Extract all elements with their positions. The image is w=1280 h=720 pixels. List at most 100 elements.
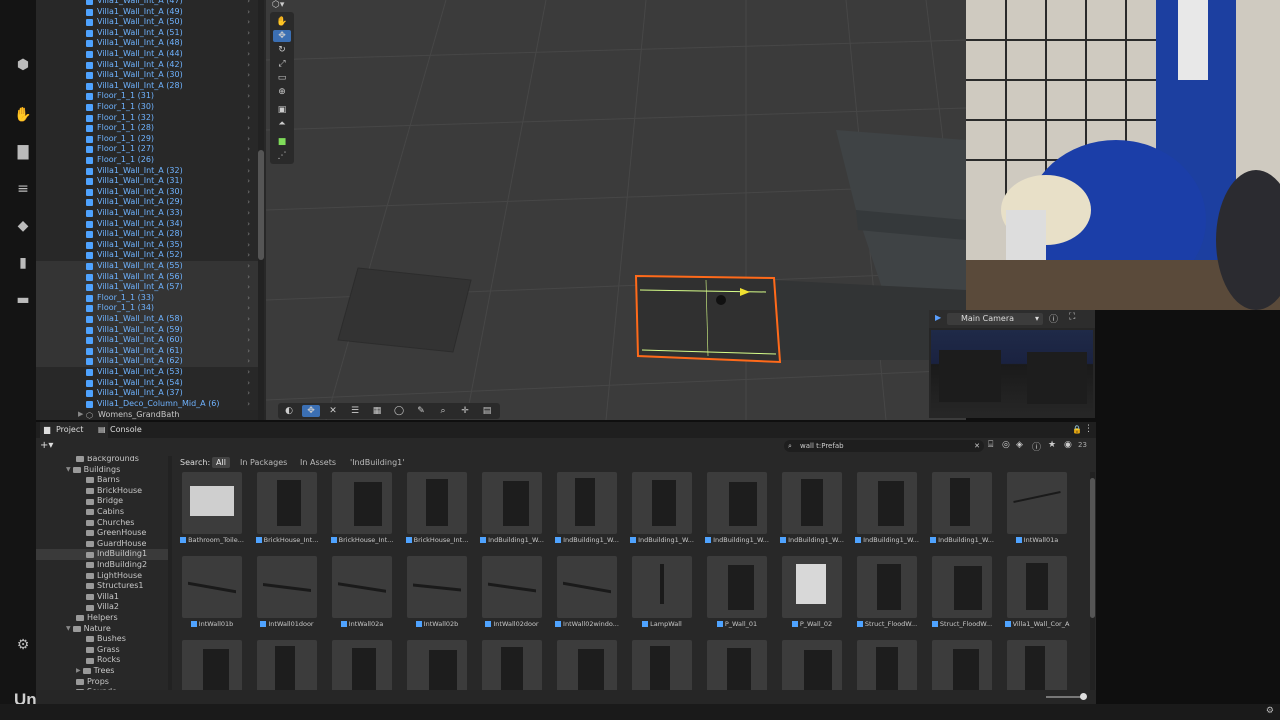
circle-icon[interactable]: ◯: [390, 405, 408, 417]
chevron-right-icon[interactable]: ›: [247, 314, 250, 325]
chevron-right-icon[interactable]: ›: [247, 208, 250, 219]
layers-icon[interactable]: ☰: [346, 405, 364, 417]
asset-tile[interactable]: IndBuilding1_W...: [476, 472, 548, 554]
pivot-tool-icon[interactable]: ⏶: [273, 118, 291, 130]
hand-tool-icon[interactable]: ✋: [273, 16, 291, 28]
transform-tool-icon[interactable]: ⊕: [273, 86, 291, 98]
view-options-icon[interactable]: ⬡▾: [272, 0, 284, 10]
hierarchy-row[interactable]: Villa1_Wall_Int_A (31) ›: [36, 176, 258, 187]
chevron-right-icon[interactable]: ›: [247, 7, 250, 18]
clear-search-icon[interactable]: ✕: [974, 440, 980, 452]
menu-kebab-icon[interactable]: ⋮: [1084, 424, 1093, 434]
asset-tile[interactable]: BrickHouse_Int...: [251, 472, 323, 554]
hierarchy-row[interactable]: Floor_1_1 (29) ›: [36, 134, 258, 145]
info-icon[interactable]: ⓘ: [1049, 312, 1058, 325]
chevron-right-icon[interactable]: ›: [247, 346, 250, 357]
chevron-right-icon[interactable]: ›: [247, 325, 250, 336]
grid-icon[interactable]: ▦: [368, 405, 386, 417]
expanded-arrow-icon[interactable]: ▼: [66, 466, 71, 473]
scene-view[interactable]: ✋ ✥ ↻ ⤢ ▭ ⊕ ▣ ⏶ ■ ⋰ ⬡▾ ◐ ✥ ✕ ☰ ▦ ◯ ✎ ⌕ ✛…: [266, 0, 966, 420]
chevron-right-icon[interactable]: ›: [247, 197, 250, 208]
filter-current-folder[interactable]: 'IndBuilding1': [346, 457, 408, 468]
hierarchy-row[interactable]: Floor_1_1 (31) ›: [36, 91, 258, 102]
hierarchy-row[interactable]: Villa1_Wall_Int_A (35) ›: [36, 240, 258, 251]
asset-tile[interactable]: IndBuilding1_W...: [926, 472, 998, 554]
hierarchy-row[interactable]: Villa1_Deco_Column_Mid_A (6) ›: [36, 399, 258, 410]
folder-item[interactable]: IndBuilding1: [36, 549, 170, 560]
label-filter-icon[interactable]: ◈: [1016, 440, 1023, 450]
hierarchy-row[interactable]: Villa1_Wall_Int_A (32) ›: [36, 166, 258, 177]
paint-icon[interactable]: ✎: [412, 405, 430, 417]
hierarchy-row[interactable]: Villa1_Wall_Int_A (60) ›: [36, 335, 258, 346]
hierarchy-row[interactable]: Floor_1_1 (33) ›: [36, 292, 258, 304]
asset-tile[interactable]: LampWall: [626, 556, 698, 638]
asset-tile[interactable]: BrickHouse_Int...: [326, 472, 398, 554]
hierarchy-row[interactable]: Villa1_Wall_Int_A (61) ›: [36, 345, 258, 357]
hierarchy-row[interactable]: Villa1_Wall_Int_A (48) ›: [36, 38, 258, 49]
scene-canvas[interactable]: [266, 0, 966, 420]
asset-tile[interactable]: P_Wall_01: [701, 556, 773, 638]
rect-tool-icon[interactable]: ▭: [273, 72, 291, 84]
chevron-right-icon[interactable]: ›: [247, 367, 250, 378]
chevron-right-icon[interactable]: ›: [247, 102, 250, 113]
installs-icon[interactable]: ≡: [14, 180, 32, 198]
hierarchy-row-root[interactable]: ▶ ⬡ Womens_GrandBath: [36, 410, 266, 420]
asset-tile[interactable]: Struct_FloodW...: [851, 556, 923, 638]
hierarchy-row[interactable]: Villa1_Wall_Int_A (54) ›: [36, 378, 258, 389]
chevron-right-icon[interactable]: ›: [247, 335, 250, 346]
collapsed-arrow-icon[interactable]: ▶: [76, 667, 81, 674]
gizmo-cube-icon[interactable]: ■: [273, 136, 291, 148]
pan-icon[interactable]: ✛: [456, 405, 474, 417]
hierarchy-row[interactable]: Villa1_Wall_Int_A (30) ›: [36, 70, 258, 81]
frame-icon[interactable]: ▤: [478, 405, 496, 417]
maximize-icon[interactable]: ⛶: [1069, 312, 1075, 322]
hierarchy-row[interactable]: Villa1_Wall_Int_A (29) ›: [36, 197, 258, 208]
hierarchy-row[interactable]: Villa1_Wall_Int_A (37) ›: [36, 388, 258, 399]
chevron-right-icon[interactable]: ›: [247, 81, 250, 92]
folder-tree[interactable]: Backgrounds ▼ Buildings Barns BrickHouse Brid…: [36, 456, 170, 704]
chevron-right-icon[interactable]: ›: [247, 91, 250, 102]
hierarchy-row[interactable]: Floor_1_1 (27) ›: [36, 144, 258, 155]
hierarchy-row[interactable]: Villa1_Wall_Int_A (53) ›: [36, 367, 258, 378]
snap-move-icon[interactable]: ✥: [302, 405, 320, 417]
custom-tool-icon[interactable]: ▣: [273, 104, 291, 116]
type-filter-icon[interactable]: ◎: [1002, 440, 1010, 450]
chevron-right-icon[interactable]: ›: [247, 272, 250, 283]
asset-tile[interactable]: IntWall02windo...: [551, 556, 623, 638]
chevron-right-icon[interactable]: ›: [247, 229, 250, 240]
chevron-right-icon[interactable]: ›: [247, 219, 250, 230]
chevron-right-icon[interactable]: ›: [247, 155, 250, 166]
asset-tile[interactable]: IndBuilding1_W...: [851, 472, 923, 554]
camera-dropdown[interactable]: Main Camera ▾: [947, 313, 1043, 325]
info-filter-icon[interactable]: ⓘ: [1032, 440, 1041, 453]
hierarchy-row[interactable]: Villa1_Wall_Int_A (47) ›: [36, 0, 258, 7]
chevron-right-icon[interactable]: ›: [247, 303, 250, 314]
project-panel[interactable]: ▆ Project ▤ Console 🔒 ⋮ +▾ ⌕ wall t:Prefab…: [36, 422, 1096, 704]
chevron-right-icon[interactable]: ›: [247, 144, 250, 155]
hierarchy-row[interactable]: Villa1_Wall_Int_A (28) ›: [36, 229, 258, 240]
hierarchy-row[interactable]: Floor_1_1 (32) ›: [36, 113, 258, 124]
chevron-right-icon[interactable]: ›: [247, 176, 250, 187]
chevron-right-icon[interactable]: ›: [247, 17, 250, 28]
chevron-right-icon[interactable]: ›: [247, 60, 250, 71]
settings-gear-icon[interactable]: ⚙: [14, 636, 32, 654]
hierarchy-row[interactable]: Villa1_Wall_Int_A (55) ›: [36, 261, 258, 272]
chevron-right-icon[interactable]: ›: [247, 49, 250, 60]
chevron-right-icon[interactable]: ›: [247, 70, 250, 81]
folder-icon[interactable]: ▇: [14, 143, 32, 161]
zoom-slider-handle[interactable]: [1080, 693, 1087, 700]
chevron-right-icon[interactable]: ›: [247, 123, 250, 134]
asset-tile[interactable]: Villa1_Wall_Cor_A: [1001, 556, 1073, 638]
tab-console[interactable]: ▤ Console: [94, 422, 162, 438]
filter-in-assets[interactable]: In Assets: [296, 457, 340, 468]
chevron-right-icon[interactable]: ›: [247, 38, 250, 49]
search-scope-icon[interactable]: ⌸: [988, 440, 993, 450]
favorite-star-icon[interactable]: ★: [1048, 440, 1056, 450]
asset-tile[interactable]: IndBuilding1_W...: [626, 472, 698, 554]
asset-tile[interactable]: Struct_FloodW...: [926, 556, 998, 638]
hierarchy-row[interactable]: Floor_1_1 (34) ›: [36, 303, 258, 314]
chevron-right-icon[interactable]: ›: [247, 134, 250, 145]
expanded-arrow-icon[interactable]: ▼: [66, 625, 71, 632]
chevron-right-icon[interactable]: ›: [247, 261, 250, 272]
asset-tile[interactable]: IntWall01a: [1001, 472, 1073, 554]
